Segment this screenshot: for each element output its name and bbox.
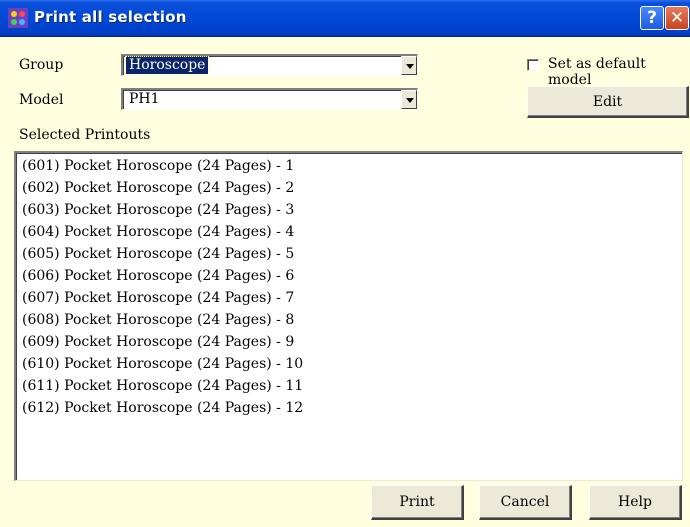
question-icon: ? (647, 8, 657, 28)
list-item[interactable]: (609) Pocket Horoscope (24 Pages) - 9 (22, 331, 294, 353)
edit-button-label: Edit (592, 93, 623, 110)
list-item[interactable]: (602) Pocket Horoscope (24 Pages) - 2 (22, 177, 294, 199)
close-icon: ✕ (669, 8, 685, 28)
selected-printouts-label: Selected Printouts (19, 127, 151, 143)
model-select-value: PH1 (129, 91, 160, 107)
list-item[interactable]: (605) Pocket Horoscope (24 Pages) - 5 (22, 243, 294, 265)
cancel-button-label: Cancel (500, 494, 550, 510)
app-icon (8, 8, 28, 28)
group-label: Group (19, 57, 64, 73)
model-label: Model (19, 92, 64, 108)
list-item[interactable]: (608) Pocket Horoscope (24 Pages) - 8 (22, 309, 294, 331)
help-button[interactable]: Help (589, 485, 682, 520)
print-button-label: Print (399, 494, 435, 510)
print-button[interactable]: Print (371, 485, 464, 520)
help-title-button[interactable]: ? (640, 6, 664, 30)
default-model-label: Set as default model (548, 56, 646, 88)
list-item[interactable]: (601) Pocket Horoscope (24 Pages) - 1 (22, 155, 294, 177)
printouts-listbox[interactable]: (601) Pocket Horoscope (24 Pages) - 1 (6… (14, 151, 683, 481)
cancel-button[interactable]: Cancel (479, 485, 572, 520)
list-item[interactable]: (612) Pocket Horoscope (24 Pages) - 12 (22, 397, 303, 419)
list-item[interactable]: (604) Pocket Horoscope (24 Pages) - 4 (22, 221, 294, 243)
group-select-value: Horoscope (124, 56, 210, 75)
list-item[interactable]: (606) Pocket Horoscope (24 Pages) - 6 (22, 265, 294, 287)
help-button-label: Help (618, 494, 652, 510)
list-item[interactable]: (610) Pocket Horoscope (24 Pages) - 10 (22, 353, 303, 375)
edit-button[interactable]: Edit (527, 86, 689, 118)
list-item[interactable]: (607) Pocket Horoscope (24 Pages) - 7 (22, 287, 294, 309)
chevron-down-icon[interactable] (401, 90, 417, 109)
list-item[interactable]: (603) Pocket Horoscope (24 Pages) - 3 (22, 199, 294, 221)
title-bar[interactable]: Print all selection ? ✕ (0, 0, 690, 37)
chevron-down-icon[interactable] (401, 56, 417, 75)
model-select[interactable]: PH1 (121, 88, 418, 110)
default-model-checkbox[interactable] (527, 59, 539, 71)
group-select[interactable]: Horoscope (121, 54, 418, 76)
list-item[interactable]: (611) Pocket Horoscope (24 Pages) - 11 (22, 375, 303, 397)
close-button[interactable]: ✕ (665, 6, 689, 30)
window-title: Print all selection (34, 8, 187, 26)
